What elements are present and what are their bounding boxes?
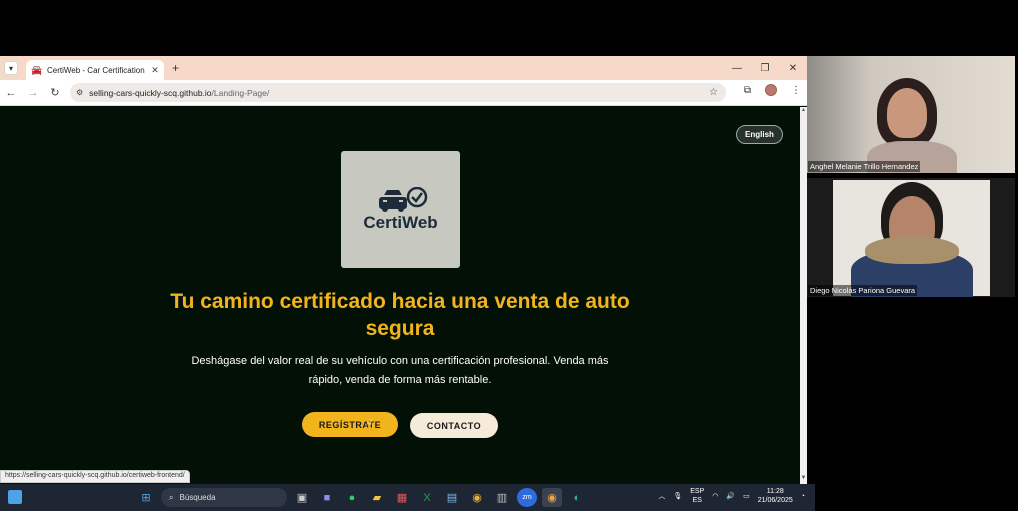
car-favicon-icon: 🚘 bbox=[31, 64, 43, 75]
new-tab-button[interactable]: + bbox=[172, 61, 179, 75]
participant-1-name: Anghel Melanie Trillo Hernandez bbox=[808, 161, 921, 172]
participant-2-hood bbox=[865, 236, 959, 264]
battery-icon[interactable]: ▭ bbox=[743, 492, 750, 500]
toolbar-actions: ⧉ ⋮ bbox=[744, 84, 801, 96]
input-language-indicator[interactable]: ESP ES bbox=[690, 487, 704, 505]
participant-video-2[interactable]: Diego Nicolás Pariona Guevara bbox=[807, 178, 1015, 297]
minimize-button[interactable]: — bbox=[723, 63, 751, 74]
tab-search-button[interactable]: ▾ bbox=[4, 61, 18, 75]
window-controls: — ❐ ✕ bbox=[723, 56, 807, 80]
lang-bottom: ES bbox=[692, 497, 702, 504]
excel-icon[interactable]: X bbox=[417, 488, 437, 507]
taskbar-search-input[interactable]: ⌕ Búsqueda bbox=[161, 488, 287, 507]
extensions-icon[interactable]: ⧉ bbox=[744, 85, 751, 96]
volume-icon[interactable]: 🔊 bbox=[726, 492, 735, 500]
file-explorer-icon[interactable]: ▰ bbox=[367, 488, 387, 507]
url-path: /Landing-Page/ bbox=[211, 87, 270, 98]
tab-close-icon[interactable]: ✕ bbox=[150, 65, 160, 76]
clock-time: 11:28 bbox=[766, 488, 784, 495]
notepad-icon[interactable]: ▤ bbox=[442, 488, 462, 507]
hero-subtitle: Deshágase del valor real de su vehículo … bbox=[191, 355, 609, 386]
landing-page: English CertiWeb Tu camino certificado h… bbox=[0, 107, 800, 484]
close-window-button[interactable]: ✕ bbox=[779, 63, 807, 74]
bookmark-star-icon[interactable]: ☆ bbox=[709, 87, 718, 98]
teams-icon[interactable]: ■ bbox=[317, 488, 337, 507]
certiweb-logo: CertiWeb bbox=[341, 151, 460, 268]
lang-top: ESP bbox=[690, 488, 705, 495]
browser-window: ▾ 🚘 CertiWeb - Car Certification ✕ + — ❐… bbox=[0, 56, 807, 484]
site-info-icon[interactable]: ⚙ bbox=[76, 88, 83, 97]
hand-cursor-icon: ☝ bbox=[366, 417, 374, 431]
tab-bar: ▾ 🚘 CertiWeb - Car Certification ✕ + — ❐… bbox=[0, 56, 807, 80]
whatsapp-icon[interactable]: ● bbox=[342, 488, 362, 507]
clock-date: 21/06/2025 bbox=[757, 497, 793, 504]
screen: ▾ 🚘 CertiWeb - Car Certification ✕ + — ❐… bbox=[0, 0, 1018, 511]
participant-2-name: Diego Nicolás Pariona Guevara bbox=[808, 285, 918, 296]
search-icon: ⌕ bbox=[169, 492, 174, 502]
system-tray: ︿ 🎙 ESP ES ◠ 🔊 ▭ 11:28 21/06/2025 ◔ bbox=[658, 487, 805, 505]
tray-chevron-icon[interactable]: ︿ bbox=[658, 491, 665, 501]
participant-video-1[interactable]: Anghel Melanie Trillo Hernandez bbox=[807, 56, 1015, 173]
language-toggle-button[interactable]: English bbox=[736, 125, 783, 144]
page-scrollbar[interactable] bbox=[800, 107, 807, 484]
search-label: Búsqueda bbox=[179, 493, 216, 502]
windows-taskbar: ⊞ ⌕ Búsqueda ▣ ■ ● ▰ ▦ X ▤ ◉ ▥ zm ◉ ◐ ︿ … bbox=[0, 484, 815, 511]
windows-start-icon[interactable]: ⊞ bbox=[136, 488, 156, 507]
logo-text: CertiWeb bbox=[363, 213, 438, 232]
scroll-up-icon[interactable]: ▲ bbox=[800, 107, 807, 114]
chrome-active-icon[interactable]: ◉ bbox=[542, 488, 562, 507]
task-view-icon[interactable]: ▣ bbox=[292, 488, 312, 507]
participant-2-frame bbox=[833, 180, 990, 297]
calculator-icon[interactable]: ▥ bbox=[492, 488, 512, 507]
reload-icon[interactable]: ↻ bbox=[44, 86, 66, 99]
wifi-icon[interactable]: ◠ bbox=[712, 492, 718, 500]
contact-button[interactable]: CONTACTO bbox=[410, 413, 498, 438]
back-arrow-icon[interactable]: ← bbox=[0, 87, 22, 99]
browser-menu-icon[interactable]: ⋮ bbox=[791, 85, 801, 96]
active-tab[interactable]: 🚘 CertiWeb - Car Certification ✕ bbox=[26, 60, 164, 80]
store-icon[interactable]: ▦ bbox=[392, 488, 412, 507]
widgets-icon[interactable] bbox=[8, 490, 22, 504]
notifications-icon[interactable]: ◔ bbox=[801, 493, 805, 500]
register-button[interactable]: REGÍSTRATE bbox=[302, 412, 398, 437]
forward-arrow-icon[interactable]: → bbox=[22, 87, 44, 99]
microphone-icon[interactable]: 🎙 bbox=[673, 492, 682, 500]
profile-avatar[interactable] bbox=[765, 84, 777, 96]
taskbar-clock[interactable]: 11:28 21/06/2025 bbox=[758, 487, 793, 505]
participant-1-face bbox=[887, 88, 927, 138]
hero-title: Tu camino certificado hacia una venta de… bbox=[170, 290, 630, 340]
scroll-down-icon[interactable]: ▼ bbox=[800, 475, 807, 483]
chrome-icon[interactable]: ◉ bbox=[467, 488, 487, 507]
link-status-bar: https://selling-cars-quickly-scq.github.… bbox=[0, 470, 190, 483]
url-host: selling-cars-quickly-scq.github.io bbox=[89, 87, 212, 98]
taskbar-apps: ⊞ ⌕ Búsqueda ▣ ■ ● ▰ ▦ X ▤ ◉ ▥ zm ◉ ◐ bbox=[136, 488, 587, 507]
tab-title: CertiWeb - Car Certification bbox=[47, 65, 145, 75]
zoom-icon[interactable]: zm bbox=[517, 488, 537, 507]
address-toolbar: ← → ↻ ⚙ selling-cars-quickly-scq.github.… bbox=[0, 80, 807, 106]
restore-button[interactable]: ❐ bbox=[751, 63, 779, 74]
url-input[interactable]: ⚙ selling-cars-quickly-scq.github.io/Lan… bbox=[70, 83, 726, 102]
certified-car-icon bbox=[379, 187, 428, 212]
edge-icon[interactable]: ◐ bbox=[567, 488, 587, 507]
